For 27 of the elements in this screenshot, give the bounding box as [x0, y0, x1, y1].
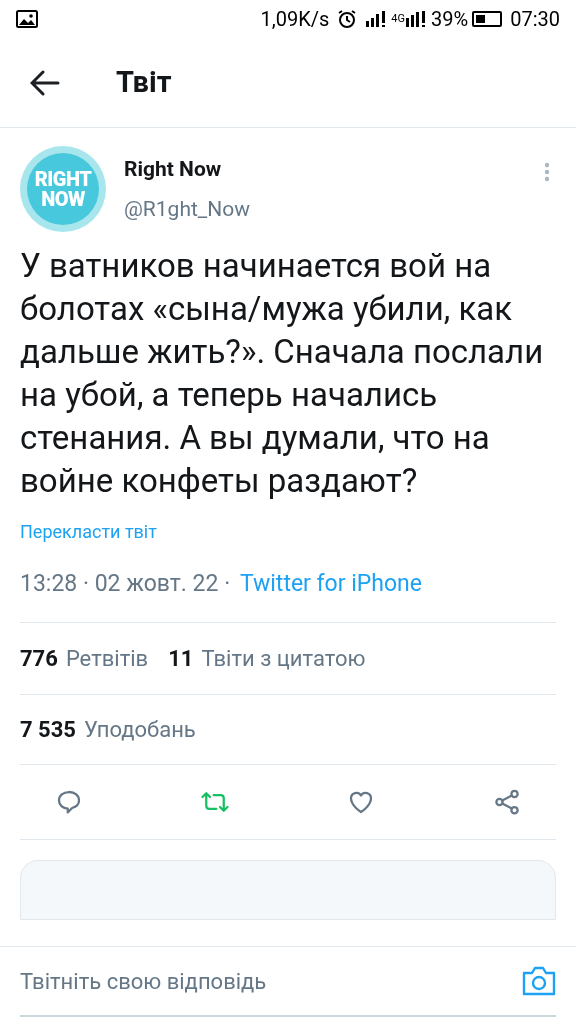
author-name: Right Now [124, 156, 223, 183]
likes-label[interactable]: Уподобань [83, 712, 196, 746]
battery-icon [472, 11, 503, 27]
stat-count: 776 [20, 644, 58, 673]
network-speed: 1,09K/s [260, 6, 330, 33]
alarm-icon [337, 9, 358, 29]
likes-count: 7 535 [20, 715, 76, 744]
reply-field[interactable]: Твітніть свою відповідь [20, 964, 522, 998]
tweet-text: У ватников начинается вой на болотах «сына/мужа убили, как дальше жить?». Сначала послали на убой, а теперь начались стенания. А вы думали, что на войне конфеты раздают? [20, 245, 545, 502]
logo-text: NOW [41, 189, 85, 209]
back-arrow-icon[interactable] [30, 69, 60, 96]
battery-percent: 39% [431, 6, 469, 33]
stat-label[interactable]: Ретвітів [65, 641, 149, 675]
network-type: 4G [391, 10, 406, 27]
author-handle: @R1ght_Now [124, 195, 251, 223]
stat-count: 11 [168, 644, 194, 673]
signal-icon [405, 10, 428, 28]
camera-icon[interactable] [522, 966, 556, 996]
signal-icon [365, 10, 388, 28]
tweet-date: 13:28 · 02 жовт. 22 · [20, 569, 232, 599]
translate-link[interactable]: Перекласти твіт [20, 518, 556, 545]
source-link[interactable]: Twitter for iPhone [239, 567, 422, 602]
logo-text: RIGHT [34, 169, 92, 189]
image-icon [16, 10, 38, 28]
stat-label[interactable]: Твіти з цитатою [201, 641, 366, 675]
clock: 07:30 [510, 6, 560, 33]
page-title: Твіт [116, 63, 172, 101]
